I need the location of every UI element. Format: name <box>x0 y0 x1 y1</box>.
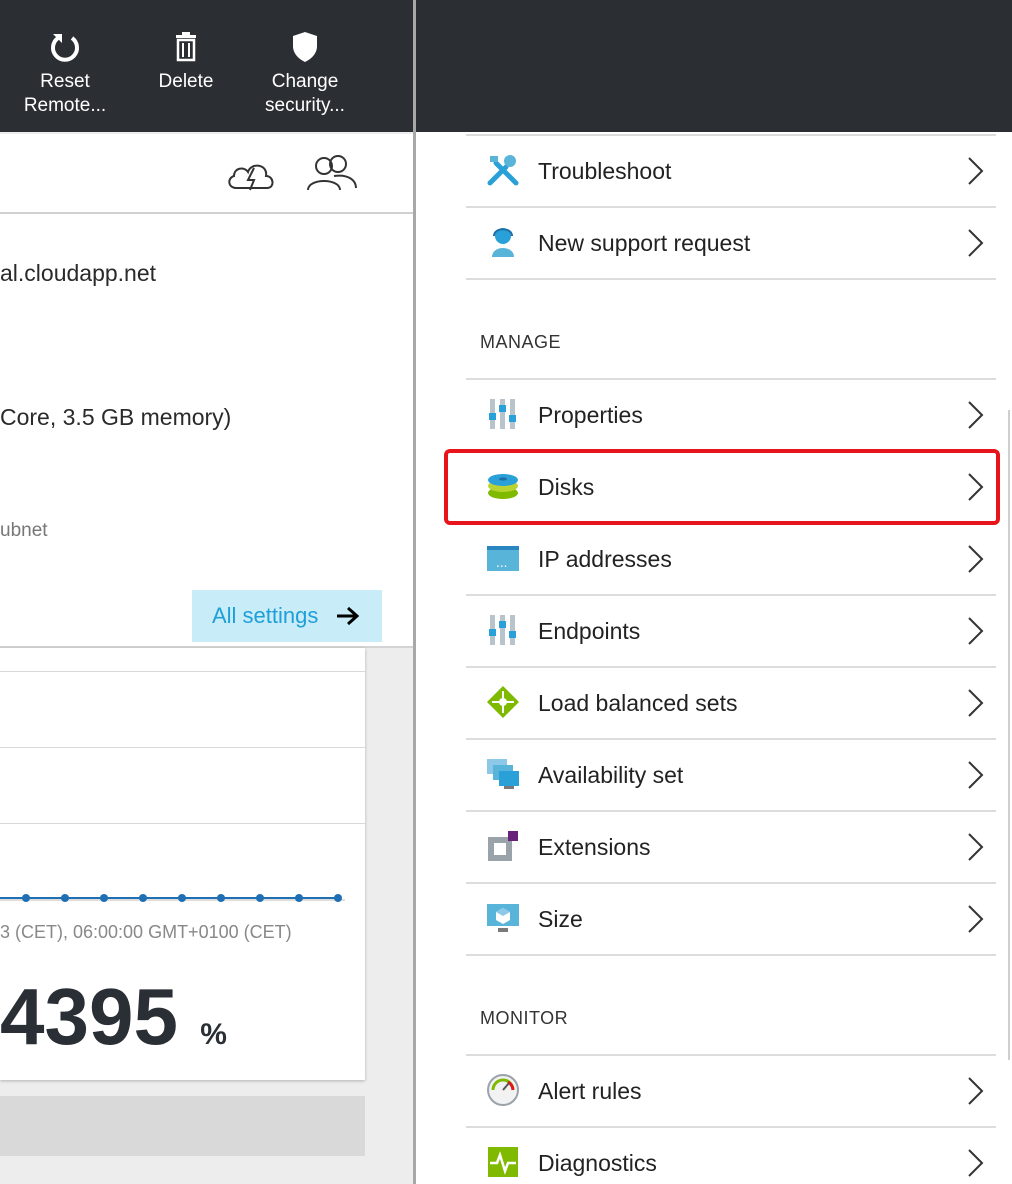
chevron-right-icon <box>968 689 984 717</box>
chevron-right-icon <box>968 905 984 933</box>
chevron-right-icon <box>968 833 984 861</box>
menu-item-label: Endpoints <box>538 618 641 644</box>
chart-point <box>22 894 30 902</box>
chart-point <box>178 894 186 902</box>
menu-item-load-balanced-sets[interactable]: Load balanced sets <box>466 668 996 740</box>
menu-item-label: IP addresses <box>538 546 672 572</box>
sliders-icon <box>489 399 516 429</box>
settings-blade: Troubleshoot New support request MANAGE … <box>416 0 1012 1184</box>
menu-item-label: Size <box>538 906 583 932</box>
menu-item-diagnostics[interactable]: Diagnostics <box>466 1128 996 1184</box>
delete-button[interactable]: Delete <box>131 30 241 94</box>
chart-point <box>100 894 108 902</box>
section-title-manage: MANAGE <box>480 332 562 352</box>
metric-unit: % <box>200 1018 227 1051</box>
chevron-right-icon <box>968 545 984 573</box>
disks-highlight-box <box>444 449 1000 525</box>
menu-item-label: Load balanced sets <box>538 690 738 716</box>
chart-point <box>217 894 225 902</box>
cpu-metric-value: 4395 % <box>0 972 227 1080</box>
settings-header <box>416 0 1012 132</box>
menu-item-extensions[interactable]: Extensions <box>466 812 996 884</box>
chart-axis-label: 3 (CET), 06:00:00 GMT+0100 (CET) <box>0 922 292 942</box>
reset-remote-button[interactable]: Reset Remote... <box>10 30 120 118</box>
menu-item-troubleshoot[interactable]: Troubleshoot <box>466 136 996 208</box>
menu-item-label: Extensions <box>538 834 651 860</box>
scrollbar[interactable] <box>1008 410 1010 1060</box>
shield-icon <box>293 32 317 62</box>
chevron-right-icon <box>968 1149 984 1177</box>
trash-icon <box>176 32 196 62</box>
tile-placeholder <box>0 1096 365 1156</box>
change-security-label-1: Change <box>271 71 339 92</box>
delete-label: Delete <box>158 71 214 92</box>
reset-remote-label-2: Remote... <box>23 95 107 116</box>
availability-set-icon <box>487 759 519 789</box>
menu-item-label: New support request <box>538 230 751 256</box>
all-settings-button[interactable]: All settings <box>192 590 382 642</box>
menu-item-size[interactable]: Size <box>466 884 996 956</box>
menu-item-alert-rules[interactable]: Alert rules <box>466 1056 996 1128</box>
menu-item-label: Availability set <box>538 762 684 788</box>
users-icon[interactable] <box>304 154 358 194</box>
vm-size-value: Core, 3.5 GB memory) <box>0 404 232 430</box>
chart-point <box>139 894 147 902</box>
menu-item-label: Diagnostics <box>538 1150 657 1176</box>
svg-text:...: ... <box>496 556 507 570</box>
menu-item-label: Troubleshoot <box>538 158 672 184</box>
blade-icon-row <box>0 134 413 214</box>
gauge-icon <box>487 1074 519 1106</box>
chevron-right-icon <box>968 157 984 185</box>
section-title-monitor: MONITOR <box>480 1008 569 1028</box>
chart-point <box>295 894 303 902</box>
tools-icon <box>487 155 519 186</box>
chevron-right-icon <box>968 1077 984 1105</box>
menu-item-new-support-request[interactable]: New support request <box>466 208 996 280</box>
cpu-line-chart <box>0 894 345 902</box>
essentials-panel: al.cloudapp.net Core, 3.5 GB memory) ubn… <box>0 214 413 648</box>
monitor-cube-icon <box>487 904 519 932</box>
load-balancer-icon <box>487 686 519 718</box>
vm-blade: Reset Remote... Delete Change security..… <box>0 0 413 1184</box>
reset-remote-label-1: Reset <box>40 71 90 92</box>
chart-point <box>61 894 69 902</box>
menu-item-ip-addresses[interactable]: ... IP addresses <box>466 524 996 596</box>
chevron-right-icon <box>968 401 984 429</box>
chevron-right-icon <box>968 617 984 645</box>
menu-item-availability-set[interactable]: Availability set <box>466 740 996 812</box>
change-security-button[interactable]: Change security... <box>250 30 360 118</box>
chart-point <box>334 894 342 902</box>
command-bar: Reset Remote... Delete Change security..… <box>0 0 413 132</box>
cloud-lightning-icon[interactable] <box>224 154 278 194</box>
menu-item-endpoints[interactable]: Endpoints <box>466 596 996 668</box>
sliders-icon <box>489 615 516 645</box>
all-settings-label: All settings <box>212 603 319 628</box>
support-person-icon <box>492 228 514 257</box>
metric-number: 4395 <box>0 972 178 1061</box>
monitoring-tile[interactable]: 3 (CET), 06:00:00 GMT+0100 (CET) 4395 % <box>0 648 365 1080</box>
menu-item-label: Alert rules <box>538 1078 642 1104</box>
refresh-icon <box>51 34 79 62</box>
menu-item-label: Properties <box>538 402 643 428</box>
menu-item-properties[interactable]: Properties <box>466 380 996 452</box>
diagnostics-icon <box>488 1147 518 1177</box>
chevron-right-icon <box>968 229 984 257</box>
dns-name-value: al.cloudapp.net <box>0 260 157 286</box>
extensions-icon <box>488 831 518 861</box>
change-security-label-2: security... <box>265 95 345 116</box>
ip-window-icon: ... <box>487 546 519 571</box>
chart-point <box>256 894 264 902</box>
chevron-right-icon <box>968 761 984 789</box>
arrow-right-icon <box>337 606 360 626</box>
subnet-value: ubnet <box>0 520 48 541</box>
